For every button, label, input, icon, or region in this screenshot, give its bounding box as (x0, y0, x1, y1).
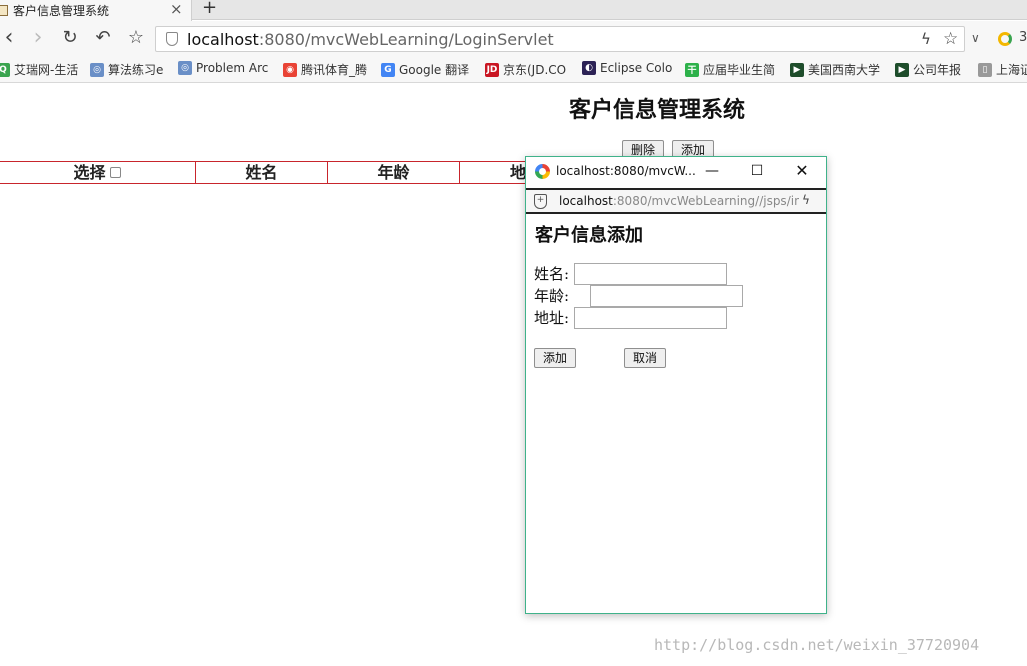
age-input[interactable] (590, 285, 743, 307)
favorite-star-icon[interactable]: ☆ (943, 29, 958, 49)
reload-icon[interactable]: ↻ (59, 27, 81, 49)
address-input[interactable] (574, 307, 727, 329)
submit-add-button[interactable]: 添加 (534, 348, 576, 368)
url-text[interactable]: localhost:8080/mvcWebLearning/LoginServl… (187, 30, 554, 49)
column-header-name: 姓名 (196, 162, 328, 183)
select-all-checkbox[interactable] (109, 166, 121, 178)
add-customer-popup-window: localhost:8080/mvcW... — ☐ ✕ + localhost… (525, 156, 827, 614)
close-icon[interactable]: ✕ (792, 162, 812, 180)
iresearch-icon: Q (0, 62, 10, 77)
close-tab-icon[interactable]: × (170, 1, 183, 18)
jd-icon: JD (485, 62, 499, 77)
cancel-button[interactable]: 取消 (624, 348, 666, 368)
minimize-icon[interactable]: — (702, 162, 722, 180)
bookmarks-bar: Q 艾瑞网-生活 ◎ 算法练习e ◎ Problem Arc ◉ 腾讯体育_腾 G Google … (0, 57, 1027, 83)
video-icon: ▶ (790, 62, 804, 77)
bookmark-item[interactable]: JD 京东(JD.CO (485, 61, 566, 78)
bookmark-item[interactable]: ▶ 美国西南大学 (790, 61, 880, 78)
bookmark-item[interactable]: G Google 翻译 (381, 61, 469, 78)
bookmark-label: 艾瑞网-生活 (14, 63, 79, 77)
popup-heading: 客户信息添加 (535, 225, 643, 246)
customer-table-header: 选择 姓名 年龄 地 (0, 161, 539, 184)
page-icon: ▯ (978, 62, 992, 77)
globe-icon: ◎ (178, 61, 192, 75)
bookmark-label: Problem Arc (196, 61, 269, 75)
extension-label: 3 (1019, 30, 1027, 45)
bookmark-star-icon[interactable]: ☆ (125, 27, 147, 49)
undo-icon[interactable]: ↶ (92, 27, 114, 49)
back-icon[interactable]: ‹ (0, 27, 20, 49)
column-header-age: 年龄 (328, 162, 460, 183)
bookmark-label: 算法练习e (108, 63, 164, 77)
bookmark-label: 美国西南大学 (808, 63, 881, 77)
bookmark-label: 应届毕业生简 (703, 63, 776, 77)
browser-tab[interactable]: 客户信息管理系统 × (0, 0, 192, 21)
chrome-icon: ◉ (283, 62, 297, 77)
forward-icon[interactable]: › (27, 27, 49, 49)
bookmark-label: 上海证 (996, 63, 1027, 77)
browser-logo-icon (535, 164, 550, 179)
bookmark-label: Google 翻译 (399, 63, 470, 77)
tab-title: 客户信息管理系统 (13, 4, 110, 18)
bookmark-item[interactable]: ▯ 上海证 (978, 61, 1027, 78)
bookmark-item[interactable]: ▶ 公司年报 (895, 61, 961, 78)
bookmark-item[interactable]: ◐ Eclipse Colo (582, 61, 672, 75)
bookmark-item[interactable]: ◎ Problem Arc (178, 61, 268, 75)
new-tab-button[interactable]: + (202, 0, 217, 18)
address-bar[interactable]: localhost:8080/mvcWebLearning/LoginServl… (155, 26, 965, 52)
bookmark-label: 腾讯体育_腾 (301, 63, 368, 77)
video-icon: ▶ (895, 62, 909, 77)
maximize-icon[interactable]: ☐ (747, 162, 767, 180)
name-label: 姓名: (534, 265, 570, 283)
extension-icon[interactable] (998, 32, 1012, 46)
name-input[interactable] (574, 263, 727, 285)
bookmark-label: 京东(JD.CO (503, 63, 567, 77)
popup-url-text[interactable]: localhost:8080/mvcWebLearning//jsps/inpu… (559, 194, 799, 208)
address-label: 地址: (534, 309, 570, 327)
bookmark-item[interactable]: Q 艾瑞网-生活 (0, 61, 78, 78)
column-header-select: 选择 (0, 162, 196, 183)
bookmark-item[interactable]: ◉ 腾讯体育_腾 (283, 61, 367, 78)
page-favicon-icon (0, 5, 8, 16)
lightning-icon[interactable]: ϟ (802, 193, 810, 207)
security-shield-icon[interactable]: + (534, 194, 547, 209)
popup-window-title: localhost:8080/mvcW... (556, 164, 696, 178)
popup-address-bar[interactable]: + localhost:8080/mvcWebLearning//jsps/in… (526, 188, 826, 214)
lightning-icon[interactable]: ϟ (921, 30, 931, 48)
bookmark-label: Eclipse Colo (600, 61, 673, 75)
bookmark-item[interactable]: 干应届毕业生简 (685, 61, 775, 78)
globe-icon: ◎ (90, 62, 104, 77)
eclipse-icon: ◐ (582, 61, 596, 75)
tab-strip: 客户信息管理系统 × + (0, 0, 1027, 21)
chevron-down-icon[interactable]: ∨ (971, 31, 980, 45)
security-shield-icon[interactable] (166, 32, 178, 46)
page-title: 客户信息管理系统 (569, 97, 746, 123)
bookmark-label: 公司年报 (913, 63, 962, 77)
browser-toolbar: ‹ › ↻ ↶ ☆ localhost:8080/mvcWebLearning/… (0, 21, 1027, 57)
yingjie-icon: 干 (685, 62, 699, 77)
watermark-text: http://blog.csdn.net/weixin_37720904 (654, 636, 980, 654)
popup-titlebar[interactable]: localhost:8080/mvcW... — ☐ ✕ (526, 157, 826, 188)
age-label: 年龄: (534, 287, 570, 305)
translate-icon: G (381, 62, 395, 77)
bookmark-item[interactable]: ◎ 算法练习e (90, 61, 163, 78)
